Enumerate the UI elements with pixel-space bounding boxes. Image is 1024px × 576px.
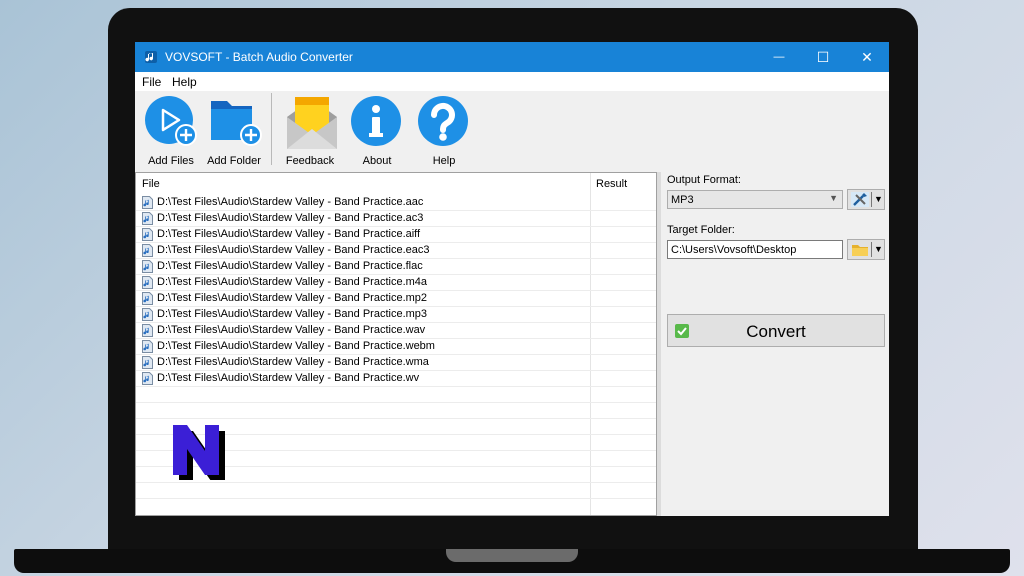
table-row[interactable]: D:\Test Files\Audio\Stardew Valley - Ban…: [136, 355, 656, 371]
add-folder-label: Add Folder: [207, 155, 261, 167]
dropdown-arrow-icon[interactable]: ▼: [874, 194, 883, 204]
audio-file-icon: [142, 228, 153, 241]
format-settings-button[interactable]: ▼: [847, 189, 885, 210]
convert-label: Convert: [746, 322, 806, 341]
settings-panel: Output Format: MP3 ▼ ▼ Target Folder: C:…: [661, 169, 889, 516]
table-row[interactable]: D:\Test Files\Audio\Stardew Valley - Ban…: [136, 291, 656, 307]
audio-file-icon: [142, 260, 153, 273]
table-row[interactable]: D:\Test Files\Audio\Stardew Valley - Ban…: [136, 323, 656, 339]
laptop-notch: [446, 549, 578, 562]
table-row[interactable]: D:\Test Files\Audio\Stardew Valley - Ban…: [136, 339, 656, 355]
target-folder-input[interactable]: [668, 242, 839, 257]
output-format-label: Output Format:: [667, 174, 741, 186]
about-button[interactable]: About: [345, 91, 409, 167]
feedback-label: Feedback: [285, 155, 335, 167]
maximize-button[interactable]: ☐: [801, 42, 845, 72]
output-format-select[interactable]: MP3 ▼: [667, 190, 843, 209]
table-row: [136, 403, 656, 419]
table-row[interactable]: D:\Test Files\Audio\Stardew Valley - Ban…: [136, 259, 656, 275]
split-separator: [871, 242, 872, 257]
audio-file-icon: [142, 324, 153, 337]
app-window: VOVSOFT - Batch Audio Converter — ☐ ✕ Fi…: [135, 42, 889, 516]
toolbar: Add Files Add Folder Feedback About Help: [135, 91, 889, 169]
convert-button[interactable]: Convert: [667, 314, 885, 347]
audio-file-icon: [142, 196, 153, 209]
table-row[interactable]: D:\Test Files\Audio\Stardew Valley - Ban…: [136, 371, 656, 387]
folder-add-icon: [211, 101, 262, 146]
minimize-icon: —: [773, 51, 785, 63]
column-header-file[interactable]: File: [136, 173, 590, 195]
window-title: VOVSOFT - Batch Audio Converter: [165, 50, 353, 64]
table-row: [136, 483, 656, 499]
audio-file-icon: [142, 212, 153, 225]
close-button[interactable]: ✕: [845, 42, 889, 72]
table-row[interactable]: D:\Test Files\Audio\Stardew Valley - Ban…: [136, 227, 656, 243]
help-label: Help: [432, 155, 456, 167]
table-row[interactable]: D:\Test Files\Audio\Stardew Valley - Ban…: [136, 275, 656, 291]
target-folder-field[interactable]: [667, 240, 843, 259]
audio-file-icon: [142, 340, 153, 353]
chevron-down-icon: ▼: [829, 193, 838, 203]
play-add-icon: [145, 96, 197, 146]
audio-file-icon: [142, 308, 153, 321]
file-path: D:\Test Files\Audio\Stardew Valley - Ban…: [157, 228, 421, 240]
title-bar: VOVSOFT - Batch Audio Converter — ☐ ✕: [135, 42, 889, 72]
output-format-value: MP3: [671, 194, 694, 206]
envelope-icon: [287, 97, 337, 149]
minimize-button[interactable]: —: [757, 42, 801, 72]
table-row[interactable]: D:\Test Files\Audio\Stardew Valley - Ban…: [136, 307, 656, 323]
close-icon: ✕: [861, 48, 873, 65]
maximize-icon: ☐: [816, 48, 830, 65]
file-path: D:\Test Files\Audio\Stardew Valley - Ban…: [157, 356, 429, 368]
file-path: D:\Test Files\Audio\Stardew Valley - Ban…: [157, 292, 428, 304]
about-label: About: [362, 155, 392, 167]
menu-file[interactable]: File: [142, 75, 161, 89]
add-files-button[interactable]: Add Files: [139, 91, 203, 167]
info-icon: [351, 96, 401, 146]
help-button[interactable]: Help: [412, 91, 476, 167]
audio-file-icon: [142, 244, 153, 257]
table-row[interactable]: D:\Test Files\Audio\Stardew Valley - Ban…: [136, 211, 656, 227]
file-path: D:\Test Files\Audio\Stardew Valley - Ban…: [157, 372, 420, 384]
audio-file-icon: [142, 356, 153, 369]
table-row[interactable]: D:\Test Files\Audio\Stardew Valley - Ban…: [136, 195, 656, 211]
file-path: D:\Test Files\Audio\Stardew Valley - Ban…: [157, 324, 426, 336]
feedback-button[interactable]: Feedback: [278, 91, 342, 167]
column-header-result[interactable]: Result: [590, 173, 656, 195]
target-folder-label: Target Folder:: [667, 224, 735, 236]
file-path: D:\Test Files\Audio\Stardew Valley - Ban…: [157, 276, 428, 288]
file-path: D:\Test Files\Audio\Stardew Valley - Ban…: [157, 196, 424, 208]
dropdown-arrow-icon[interactable]: ▼: [874, 244, 883, 254]
file-path: D:\Test Files\Audio\Stardew Valley - Ban…: [157, 308, 428, 320]
question-icon: [418, 96, 468, 146]
folder-icon: [852, 245, 868, 256]
n-logo-watermark: [173, 425, 225, 480]
menu-bar: File Help: [135, 72, 889, 91]
table-row: [136, 387, 656, 403]
split-separator: [871, 192, 872, 207]
audio-file-icon: [142, 292, 153, 305]
add-folder-button[interactable]: Add Folder: [202, 91, 266, 167]
file-path: D:\Test Files\Audio\Stardew Valley - Ban…: [157, 340, 435, 352]
file-path: D:\Test Files\Audio\Stardew Valley - Ban…: [157, 260, 423, 272]
audio-file-icon: [142, 276, 153, 289]
file-path: D:\Test Files\Audio\Stardew Valley - Ban…: [157, 244, 430, 256]
tools-icon: [851, 192, 869, 207]
menu-help[interactable]: Help: [172, 75, 197, 89]
browse-folder-button[interactable]: ▼: [847, 239, 885, 260]
audio-file-icon: [142, 372, 153, 385]
app-icon: [145, 51, 157, 63]
file-path: D:\Test Files\Audio\Stardew Valley - Ban…: [157, 212, 424, 224]
table-row[interactable]: D:\Test Files\Audio\Stardew Valley - Ban…: [136, 243, 656, 259]
